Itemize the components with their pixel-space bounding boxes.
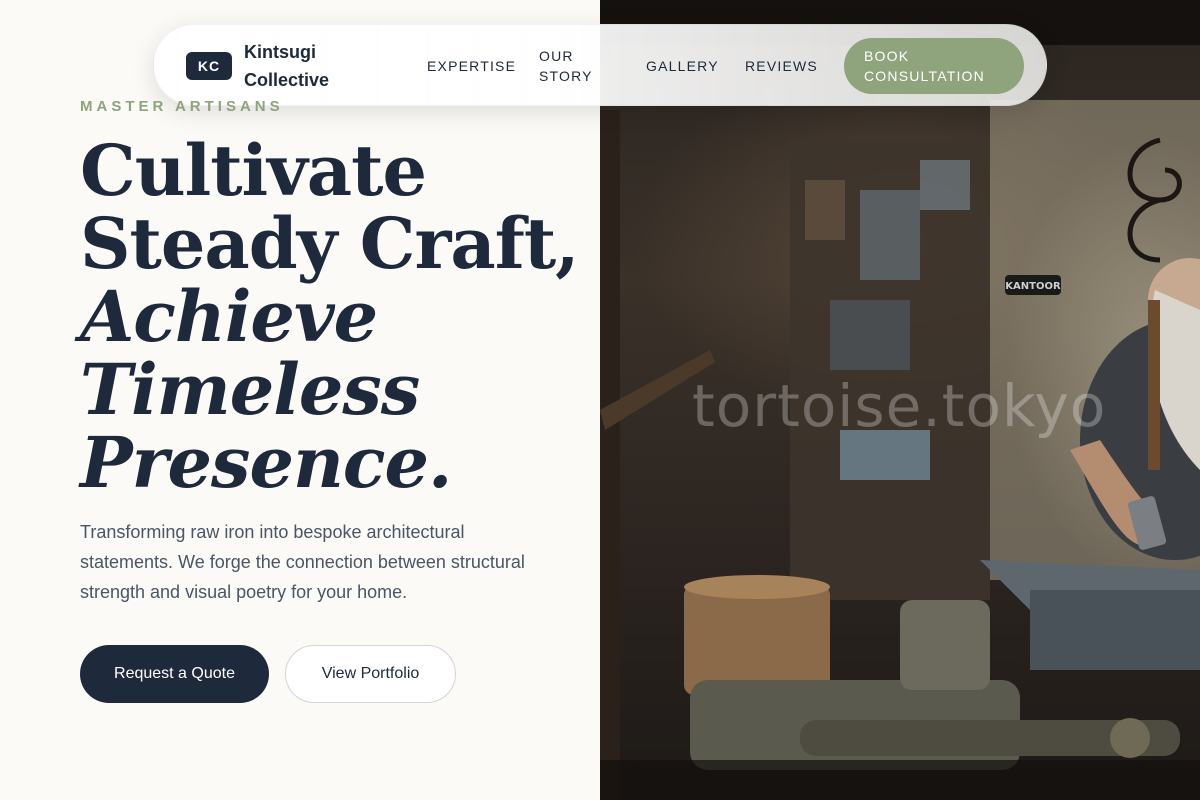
nav-link-gallery[interactable]: GALLERY [646,56,719,76]
hero-headline: Cultivate Steady Craft, Achieve Timeless… [80,134,580,499]
hero-eyebrow: MASTER ARTISANS [80,98,284,115]
headline-line-2: Steady Craft, [80,202,580,285]
headline-italic-line-1: Achieve [80,275,378,358]
book-consultation-button[interactable]: BOOK CONSULTATION [844,38,1024,94]
view-portfolio-button[interactable]: View Portfolio [285,645,456,703]
top-navigation: KC Kintsugi Collective EXPERTISE OUR STO… [153,24,1047,106]
kantoor-sign: KANTOOR [1005,281,1061,292]
headline-line-1: Cultivate [80,129,427,212]
hero-description: Transforming raw iron into bespoke archi… [80,522,525,602]
request-quote-button[interactable]: Request a Quote [80,645,269,703]
nav-link-reviews[interactable]: REVIEWS [745,56,818,76]
nav-link-our-story[interactable]: OUR STORY [539,46,609,86]
headline-italic-line-2: Timeless [80,348,420,431]
brand-logo-badge[interactable]: KC [186,52,232,80]
headline-italic-line-3: Presence. [80,421,452,504]
nav-link-expertise[interactable]: EXPERTISE [427,56,516,76]
hero-image-blacksmith-workshop: KANTOOR tortoise.tokyo [600,0,1200,800]
brand-name[interactable]: Kintsugi Collective [244,38,354,94]
watermark-text: tortoise.tokyo [692,372,1107,440]
